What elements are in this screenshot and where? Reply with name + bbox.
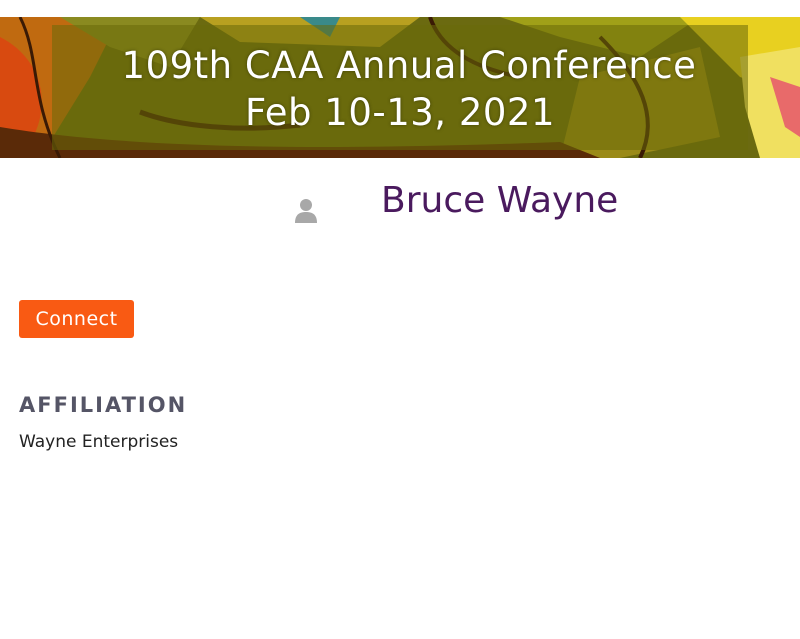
- banner-artwork: [0, 17, 800, 158]
- person-icon: [292, 196, 320, 224]
- profile-page: 109th CAA Annual Conference Feb 10-13, 2…: [0, 0, 800, 639]
- banner-title: 109th CAA Annual Conference: [121, 44, 697, 87]
- connect-button[interactable]: Connect: [19, 300, 134, 338]
- affiliation-value: Wayne Enterprises: [19, 432, 179, 452]
- profile-header: Bruce Wayne: [0, 178, 800, 238]
- conference-banner: 109th CAA Annual Conference Feb 10-13, 2…: [0, 17, 800, 158]
- banner-dates: Feb 10-13, 2021: [245, 91, 555, 134]
- profile-name: Bruce Wayne: [381, 180, 619, 221]
- affiliation-heading: AFFILIATION: [19, 393, 188, 417]
